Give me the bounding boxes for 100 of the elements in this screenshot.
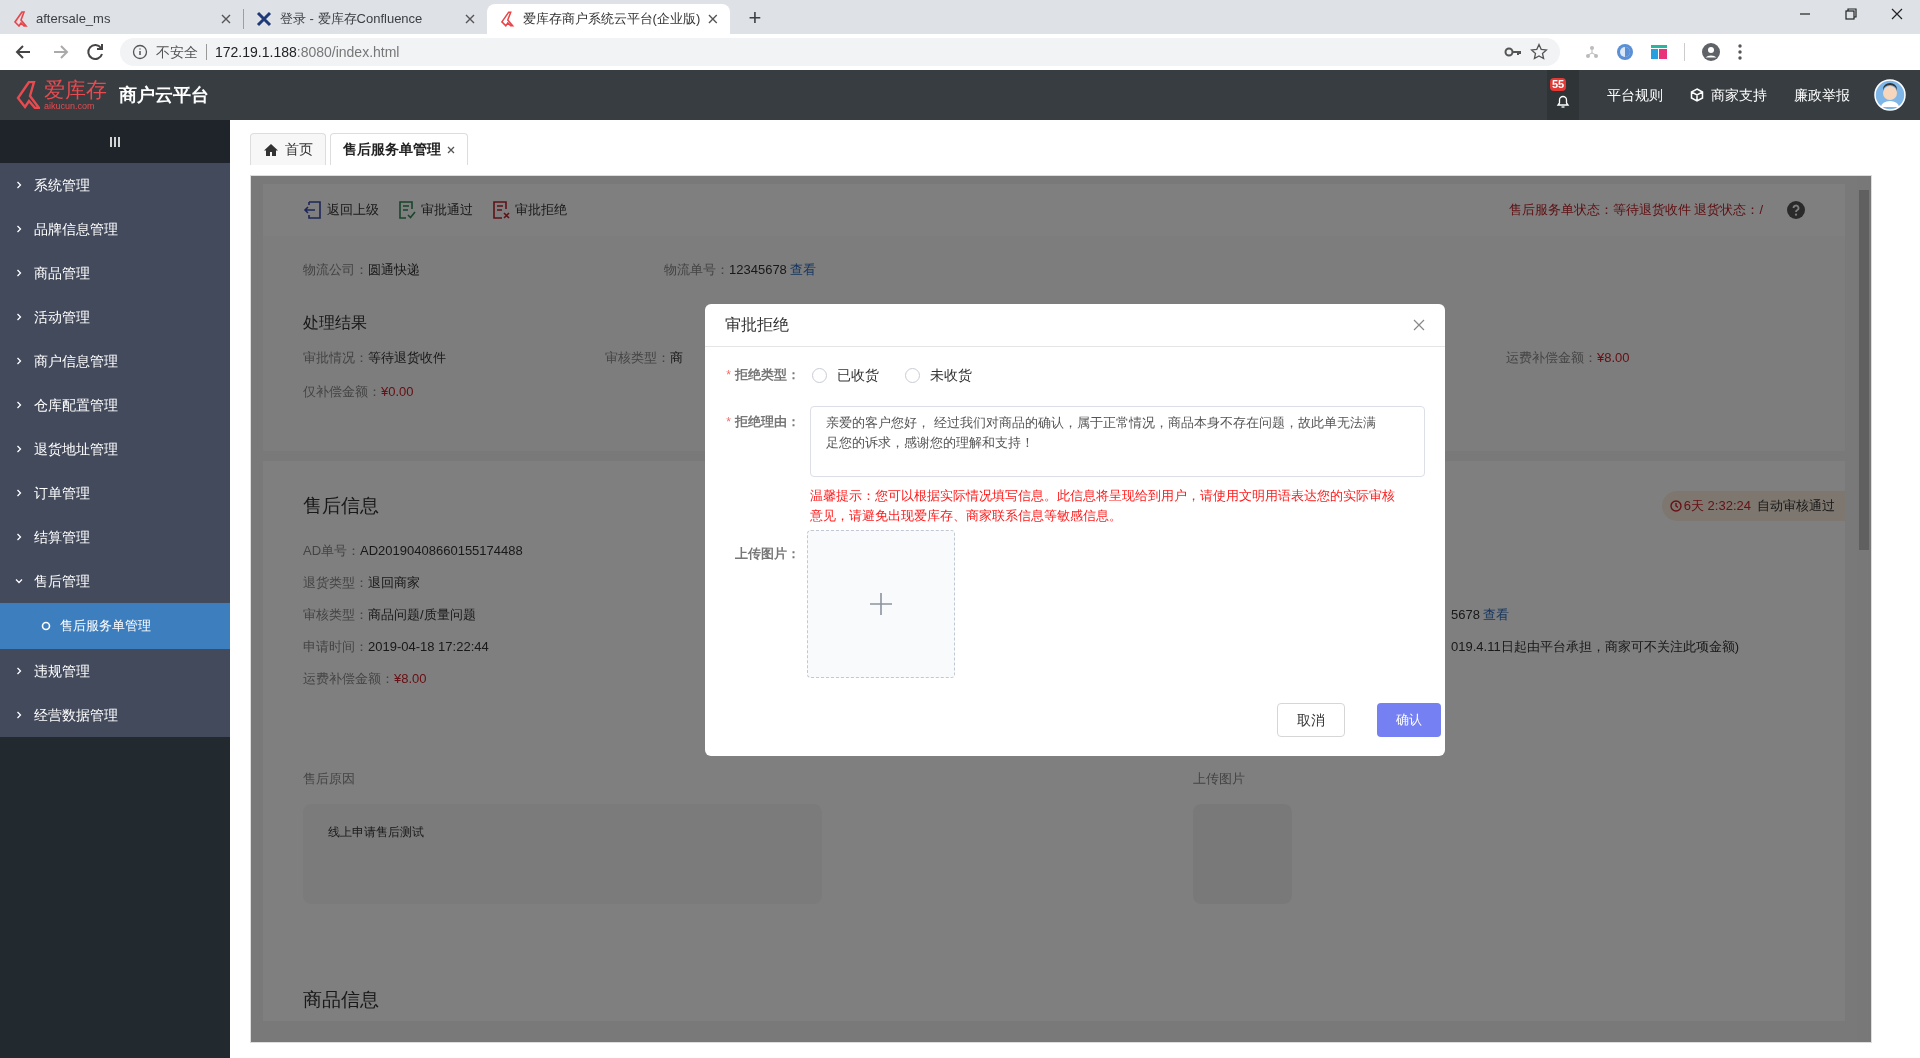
toolbar-button[interactable]: 审批拒绝 <box>491 200 567 220</box>
cube-icon <box>1690 88 1704 102</box>
info-icon[interactable] <box>132 44 148 60</box>
tab-title: 登录 - 爱库存Confluence <box>280 10 424 29</box>
document-cross-icon <box>491 200 511 220</box>
field-value: 019.4.11日起由平台承担，商家可不关注此项金额) <box>1451 638 1739 657</box>
browser-tab[interactable]: aftersale_ms <box>0 4 243 34</box>
help-icon[interactable] <box>1787 201 1805 219</box>
field-value: AD20190408660155174488 <box>360 542 523 561</box>
field-value: 5678 <box>1451 606 1480 625</box>
bell-icon <box>1555 93 1571 109</box>
sidebar-item[interactable]: 退货地址管理 <box>0 427 230 471</box>
radio-option[interactable]: 已收货 <box>812 364 879 386</box>
avatar[interactable] <box>1874 79 1906 111</box>
header-link[interactable]: 平台规则 <box>1607 84 1663 106</box>
chevron-right-icon <box>14 356 24 366</box>
field-label: 审核类型： <box>303 606 368 625</box>
security-label: 不安全 <box>156 42 198 62</box>
required-mark: * <box>726 367 731 384</box>
field-label: 上传图片： <box>735 545 800 563</box>
close-icon[interactable] <box>221 14 231 24</box>
more-icon[interactable] <box>1737 43 1743 61</box>
chevron-right-icon <box>14 268 24 278</box>
notification-badge: 55 <box>1550 78 1567 91</box>
sidebar-item[interactable]: 系统管理 <box>0 163 230 207</box>
close-icon[interactable] <box>447 145 455 154</box>
field-label: 拒绝类型： <box>735 366 800 385</box>
plus-icon <box>869 592 893 616</box>
account-icon[interactable] <box>1701 42 1721 62</box>
logo-icon <box>14 81 40 109</box>
chevron-right-icon <box>14 400 24 410</box>
field-value: ¥8.00 <box>394 670 427 689</box>
sidebar-item[interactable]: 品牌信息管理 <box>0 207 230 251</box>
blocks-icon[interactable] <box>1650 43 1668 61</box>
sidebar-item[interactable]: 仓库配置管理 <box>0 383 230 427</box>
star-icon[interactable] <box>1530 43 1548 61</box>
ring-icon[interactable] <box>1616 43 1634 61</box>
page-tab[interactable]: 售后服务单管理 <box>330 133 468 165</box>
section-title: 处理结果 <box>303 313 367 333</box>
radio-option[interactable]: 未收货 <box>905 364 972 386</box>
field-value: ¥0.00 <box>381 383 414 402</box>
menu-icon[interactable] <box>109 135 121 148</box>
address-bar[interactable]: 不安全 172.19.1.188:8080/index.html <box>120 38 1560 66</box>
logo-icon <box>499 11 515 27</box>
sidebar-item[interactable]: 商户信息管理 <box>0 339 230 383</box>
chevron-right-icon <box>14 312 24 322</box>
clock-icon <box>1669 500 1682 512</box>
close-icon[interactable] <box>465 14 475 24</box>
chevron-right-icon <box>14 224 24 234</box>
sidebar-item[interactable]: 活动管理 <box>0 295 230 339</box>
header-link[interactable]: 商家支持 <box>1690 84 1767 106</box>
tab-title: aftersale_ms <box>36 10 112 29</box>
circle-icon <box>41 621 51 631</box>
chevron-right-icon <box>14 488 24 498</box>
dialog-title: 审批拒绝 <box>725 315 789 335</box>
field-value: 12345678 <box>729 261 787 280</box>
field-value: 商品问题/质量问题 <box>368 606 476 625</box>
header-link[interactable]: 廉政举报 <box>1794 84 1850 106</box>
sidebar-item[interactable]: 商品管理 <box>0 251 230 295</box>
chevron-right-icon <box>14 532 24 542</box>
document-check-icon <box>397 200 417 220</box>
chevron-right-icon <box>14 666 24 676</box>
cancel-button[interactable]: 取消 <box>1277 703 1345 737</box>
logo-icon <box>12 11 28 27</box>
required-mark: * <box>726 413 731 431</box>
new-tab-button[interactable]: + <box>742 5 768 31</box>
close-icon[interactable] <box>708 14 718 24</box>
notification-button[interactable]: 55 <box>1547 70 1579 120</box>
order-status: 售后服务单状态：等待退货收件 退货状态：/ <box>1508 201 1763 220</box>
sidebar-subitem[interactable]: 售后服务单管理 <box>0 603 230 649</box>
section-title: 售后信息 <box>303 493 379 518</box>
field-label: AD单号： <box>303 542 361 561</box>
exit-icon <box>303 200 323 220</box>
field-label: 退货类型： <box>303 574 368 593</box>
browser-tab[interactable]: 爱库存商户系统云平台(企业版) <box>487 4 730 34</box>
field-label: 拒绝理由： <box>735 413 800 431</box>
reason-field[interactable]: 亲爱的客户您好， 经过我们对商品的确认，属于正常情况，商品本身不存在问题，故此单无法满足您的诉求，感谢您的理解和支持！ <box>810 406 1425 477</box>
field-value: 退回商家 <box>368 574 420 593</box>
field-value: 2019-04-18 17:22:44 <box>368 638 489 657</box>
chevron-right-icon <box>14 710 24 720</box>
tab-title: 爱库存商户系统云平台(企业版) <box>522 10 701 29</box>
sidebar-item[interactable]: 结算管理 <box>0 515 230 559</box>
field-value: 圆通快递 <box>368 261 420 280</box>
field-value: 等待退货收件 <box>368 349 446 368</box>
countdown-badge: 6天 2:32:24 自动审核通过 <box>1661 491 1845 521</box>
close-icon[interactable] <box>1413 319 1425 331</box>
platform-title: 商户云平台 <box>119 83 209 107</box>
reason-text: 线上申请售后测试 <box>328 824 424 839</box>
chevron-right-icon <box>14 444 24 454</box>
toolbar-button[interactable]: 返回上级 <box>303 200 379 220</box>
sidebar-item[interactable]: 售后管理 <box>0 559 230 603</box>
page-tab[interactable]: 首页 <box>250 133 326 165</box>
logo-name: 爱库存 <box>44 79 107 100</box>
sidebar-item[interactable]: 订单管理 <box>0 471 230 515</box>
field-value: ¥8.00 <box>1597 349 1630 368</box>
sidebar-item[interactable]: 经营数据管理 <box>0 693 230 737</box>
browser-tab[interactable]: 登录 - 爱库存Confluence <box>244 4 487 34</box>
sidebar-item[interactable]: 违规管理 <box>0 649 230 693</box>
field-label: 上传图片 <box>1193 770 1246 788</box>
toolbar-button[interactable]: 审批通过 <box>397 200 473 220</box>
